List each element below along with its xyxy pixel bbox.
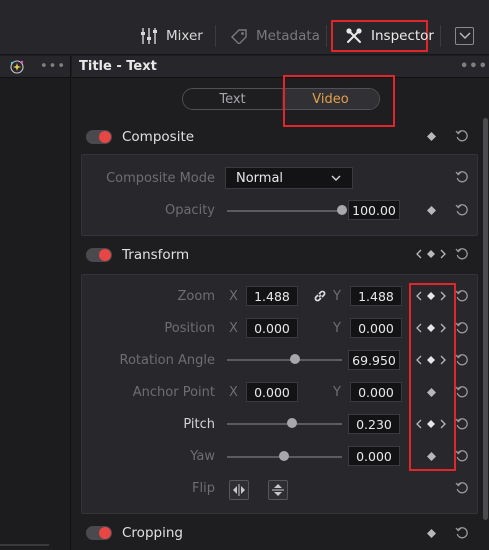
inspector-button[interactable]: Inspector xyxy=(331,20,434,52)
inspector-title: Title - Text xyxy=(79,59,157,74)
composite-section-header[interactable]: Composite xyxy=(81,124,478,150)
position-y-input[interactable]: 0.000 xyxy=(350,318,402,338)
top-toolbar: Mixer Metadata Inspector xyxy=(0,0,489,55)
rotation-reset-icon[interactable] xyxy=(455,353,469,367)
zoom-x-input[interactable]: 1.488 xyxy=(246,286,298,306)
flip-horizontal-button[interactable] xyxy=(229,480,249,500)
divider xyxy=(215,25,216,47)
mixer-icon xyxy=(140,27,158,45)
zoom-reset-icon[interactable] xyxy=(455,289,469,303)
rotation-angle-input[interactable]: 69.950 xyxy=(348,350,400,370)
flip-reset-icon[interactable] xyxy=(455,481,469,495)
rotation-slider-handle[interactable] xyxy=(290,354,300,364)
opacity-slider-handle[interactable] xyxy=(337,205,347,215)
scroll-indicator xyxy=(0,544,49,546)
composite-title: Composite xyxy=(122,129,195,145)
transform-toggle[interactable] xyxy=(86,248,112,262)
pitch-label: Pitch xyxy=(183,417,215,432)
pitch-reset-icon[interactable] xyxy=(455,417,469,431)
reset-icon[interactable] xyxy=(455,203,469,217)
metadata-button[interactable]: Metadata xyxy=(230,20,320,52)
anchor-y-axis-label: Y xyxy=(333,385,341,400)
left-panel-header: ••• xyxy=(0,56,70,78)
flip-horizontal-icon xyxy=(233,484,245,496)
reset-icon[interactable] xyxy=(455,247,469,261)
inspector-tools-icon xyxy=(345,27,363,45)
keyframe-diamond-icon[interactable] xyxy=(426,205,436,215)
keyframe-diamond-icon[interactable] xyxy=(426,131,436,141)
keyframe-diamond-icon[interactable] xyxy=(426,528,436,538)
opacity-input[interactable]: 100.00 xyxy=(348,200,400,220)
opacity-label: Opacity xyxy=(164,203,215,218)
flip-vertical-button[interactable] xyxy=(268,480,288,500)
keyframe-nav-icon xyxy=(416,249,446,259)
composite-toggle[interactable] xyxy=(86,130,112,144)
chevron-down-icon xyxy=(459,32,470,39)
position-y-axis-label: Y xyxy=(333,321,341,336)
flip-vertical-icon xyxy=(272,484,284,496)
highlight-box xyxy=(283,75,395,127)
pitch-slider[interactable] xyxy=(227,423,342,425)
zoom-x-axis-label: X xyxy=(229,289,238,304)
zoom-y-axis-label: Y xyxy=(333,289,341,304)
flip-label: Flip xyxy=(192,481,215,496)
highlight-box xyxy=(409,283,456,471)
cropping-section-header[interactable]: Cropping xyxy=(81,520,478,546)
sparkle-icon[interactable] xyxy=(9,59,25,79)
composite-mode-select[interactable]: Normal xyxy=(225,167,353,189)
reset-icon[interactable] xyxy=(455,129,469,143)
panel-options-dropdown[interactable] xyxy=(455,27,474,45)
anchor-x-axis-label: X xyxy=(229,385,238,400)
mixer-button[interactable]: Mixer xyxy=(140,20,203,52)
yaw-input[interactable]: 0.000 xyxy=(348,446,400,466)
anchor-point-label: Anchor Point xyxy=(132,385,215,400)
yaw-label: Yaw xyxy=(190,449,215,464)
chevron-down-icon xyxy=(331,175,341,181)
yaw-slider-handle[interactable] xyxy=(279,451,289,461)
zoom-y-input[interactable]: 1.488 xyxy=(350,286,402,306)
inspector-label: Inspector xyxy=(371,28,434,44)
mixer-label: Mixer xyxy=(166,28,203,44)
divider xyxy=(440,25,441,47)
pitch-slider-handle[interactable] xyxy=(287,418,297,428)
position-reset-icon[interactable] xyxy=(455,321,469,335)
rotation-slider[interactable] xyxy=(227,359,342,361)
cropping-toggle[interactable] xyxy=(86,526,112,540)
link-icon[interactable] xyxy=(313,289,327,307)
anchor-reset-icon[interactable] xyxy=(455,385,469,399)
yaw-reset-icon[interactable] xyxy=(455,449,469,463)
inspector-scrollbar[interactable] xyxy=(483,118,488,520)
zoom-label: Zoom xyxy=(177,289,215,304)
anchor-x-input[interactable]: 0.000 xyxy=(246,382,298,402)
divider xyxy=(326,25,327,47)
left-panel: ••• xyxy=(0,56,71,550)
composite-mode-label: Composite Mode xyxy=(106,171,215,186)
anchor-y-input[interactable]: 0.000 xyxy=(350,382,402,402)
rotation-angle-label: Rotation Angle xyxy=(119,353,216,368)
opacity-slider[interactable] xyxy=(227,210,342,212)
position-x-axis-label: X xyxy=(229,321,238,336)
tab-text[interactable]: Text xyxy=(183,89,282,109)
metadata-label: Metadata xyxy=(256,28,320,44)
reset-icon[interactable] xyxy=(455,526,469,540)
position-label: Position xyxy=(164,321,215,336)
reset-icon[interactable] xyxy=(455,170,469,184)
position-x-input[interactable]: 0.000 xyxy=(246,318,298,338)
composite-mode-value: Normal xyxy=(236,170,284,186)
inspector-header: Title - Text ••• xyxy=(72,56,489,78)
more-options-icon[interactable]: ••• xyxy=(40,59,66,74)
more-options-icon[interactable]: ••• xyxy=(460,59,488,74)
transform-title: Transform xyxy=(122,247,190,263)
cropping-title: Cropping xyxy=(122,525,183,541)
keyframe-navigator[interactable] xyxy=(416,249,446,259)
pitch-input[interactable]: 0.230 xyxy=(348,414,400,434)
metadata-tag-icon xyxy=(230,28,248,44)
